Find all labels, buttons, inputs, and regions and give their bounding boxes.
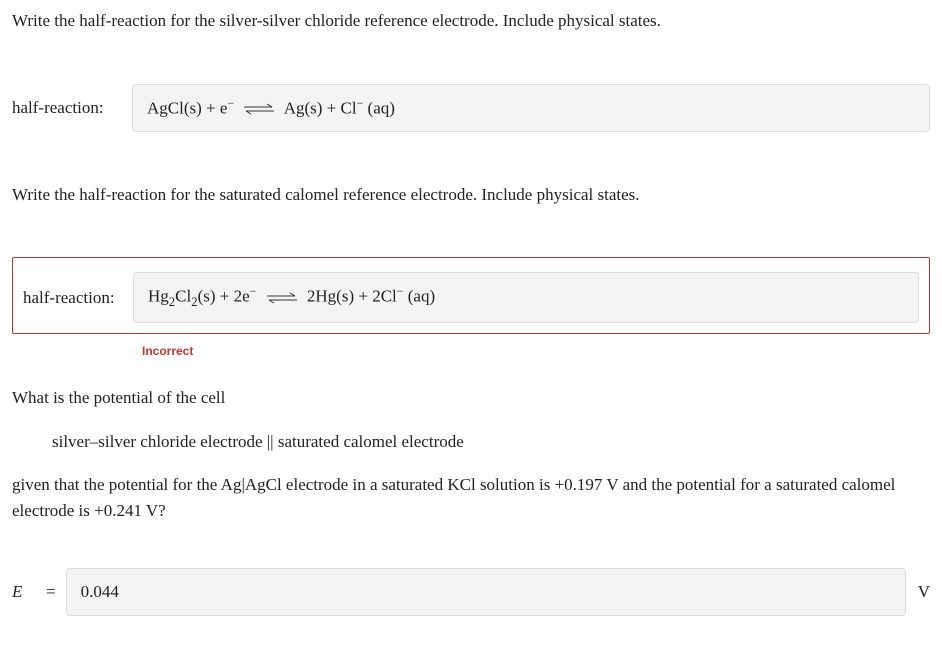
q2-rd: 2Hg(s) + 2Cl <box>307 287 397 306</box>
q2-prompt: Write the half-reaction for the saturate… <box>12 182 930 208</box>
q2-feedback-label: Incorrect <box>142 342 930 360</box>
q1-field-row: half-reaction: AgCl(s) + e− Ag(s) + Cl− … <box>12 84 930 132</box>
q1-lhs: AgCl(s) + e <box>147 98 227 117</box>
q3-value: 0.044 <box>81 582 119 601</box>
q2-rc: (s) + 2e <box>198 287 250 306</box>
q3-line2: silver–silver chloride electrode || satu… <box>12 429 930 455</box>
q2-answer-input[interactable]: Hg2Cl2(s) + 2e− 2Hg(s) + 2Cl− (aq) <box>133 272 919 323</box>
equals-sign: = <box>42 579 66 605</box>
q3-unit: V <box>906 579 930 605</box>
q2-ra: Hg <box>148 287 169 306</box>
q2-field-row: half-reaction: Hg2Cl2(s) + 2e− 2Hg(s) + … <box>23 272 919 323</box>
q2-re: (aq) <box>403 287 435 306</box>
q3-line3: given that the potential for the Ag|AgCl… <box>12 472 930 523</box>
q2-label: half-reaction: <box>23 285 133 311</box>
minus-sup: − <box>227 96 234 110</box>
equilibrium-arrow-icon <box>242 102 276 116</box>
q1-label: half-reaction: <box>12 95 132 121</box>
q3-variable: E <box>12 579 42 605</box>
q3-answer-input[interactable]: 0.044 <box>66 568 906 616</box>
q2-rb: Cl <box>175 287 191 306</box>
q1-rhs-tail: (aq) <box>363 98 395 117</box>
equilibrium-arrow-icon <box>265 291 299 305</box>
q1-prompt: Write the half-reaction for the silver-s… <box>12 8 930 34</box>
q3-field-row: E = 0.044 V <box>12 568 930 616</box>
q3-line1: What is the potential of the cell <box>12 385 930 411</box>
q2-incorrect-wrapper: half-reaction: Hg2Cl2(s) + 2e− 2Hg(s) + … <box>12 257 930 334</box>
q1-answer-input[interactable]: AgCl(s) + e− Ag(s) + Cl− (aq) <box>132 84 930 132</box>
q1-rhs: Ag(s) + Cl <box>284 98 357 117</box>
minus-sup: − <box>250 284 257 298</box>
